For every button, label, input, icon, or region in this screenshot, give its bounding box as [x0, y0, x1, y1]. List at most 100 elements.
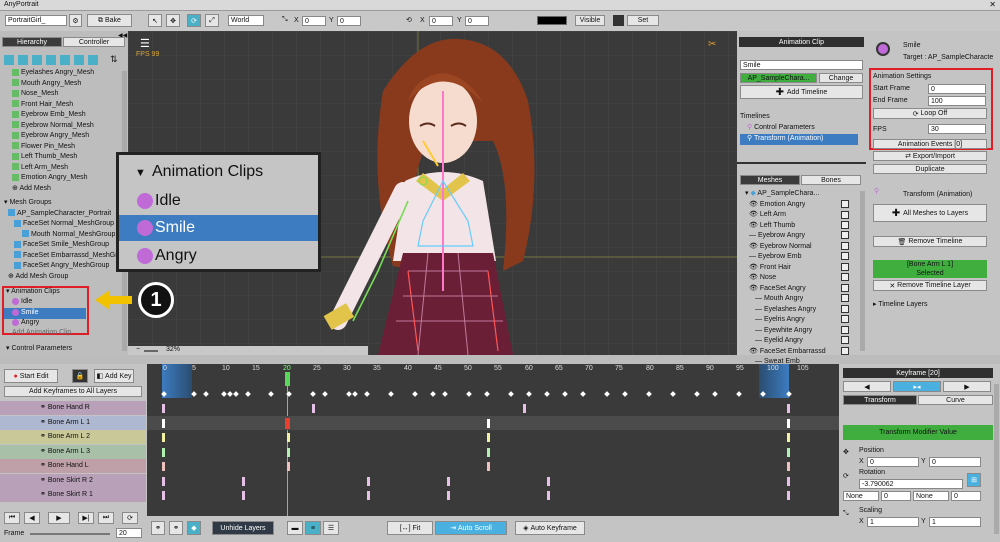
keyframe[interactable]: [364, 391, 370, 397]
play-clip-icon[interactable]: [876, 42, 890, 56]
table-row[interactable]: ⚭ Bone Arm L 2: [0, 430, 146, 445]
add-mesh-item[interactable]: ⊕ Add Mesh: [12, 184, 51, 195]
list-item[interactable]: 👁 Emotion Angry: [739, 200, 805, 211]
checkbox[interactable]: [841, 221, 849, 229]
keyframe-bar[interactable]: [487, 462, 490, 471]
checkbox[interactable]: [841, 200, 849, 208]
keyframe[interactable]: [484, 391, 490, 397]
table-row[interactable]: ⚭ Bone Hand R: [0, 401, 146, 416]
lock-button[interactable]: 🔒: [72, 369, 88, 383]
next-keyframe-button[interactable]: ▶: [943, 381, 991, 392]
eye-icon[interactable]: 👁: [749, 211, 760, 218]
eye-icon[interactable]: —: [755, 295, 764, 302]
list-item[interactable]: Left Arm_Mesh: [12, 163, 68, 174]
checkbox[interactable]: [841, 305, 849, 313]
list-item[interactable]: FaceSet Smile_MeshGroup: [14, 240, 109, 251]
list-item[interactable]: Mouth Angry_Mesh: [12, 79, 81, 90]
filter-group-icon[interactable]: [32, 55, 42, 65]
keyframe[interactable]: [526, 391, 532, 397]
checkbox[interactable]: [841, 242, 849, 250]
list-item[interactable]: — Eyebrow Emb: [739, 252, 802, 263]
eye-icon[interactable]: —: [755, 327, 764, 334]
loop-button[interactable]: ⟳ Loop Off: [873, 108, 987, 119]
rotation-value-b[interactable]: 0: [951, 491, 981, 501]
list-item[interactable]: 👁 Left Arm: [739, 210, 786, 221]
keyframe-bar[interactable]: [242, 491, 245, 500]
row-size-medium-icon[interactable]: ≡: [305, 521, 321, 535]
rotation-none-select-2[interactable]: None: [913, 491, 949, 501]
row-size-small-icon[interactable]: ▬: [287, 521, 303, 535]
add-timeline-button[interactable]: ✚ Add Timeline: [740, 85, 863, 99]
rotation-value-a[interactable]: 0: [881, 491, 911, 501]
keyframe[interactable]: [310, 391, 316, 397]
list-item[interactable]: — Eyelris Angry: [739, 315, 805, 326]
keyframe-bar[interactable]: [523, 404, 526, 413]
filter-bone-icon[interactable]: [46, 55, 56, 65]
table-row[interactable]: ⚭ Bone Skirt R 1: [0, 488, 146, 503]
list-item[interactable]: — Eyewhite Angry: [739, 326, 812, 337]
list-item[interactable]: Emotion Angry_Mesh: [12, 173, 88, 184]
eye-icon[interactable]: —: [749, 232, 758, 239]
keyframe[interactable]: [694, 391, 700, 397]
auto-scroll-button[interactable]: ⇥ Auto Scroll: [435, 521, 507, 535]
menu-icon[interactable]: ☰: [140, 37, 150, 50]
start-edit-button[interactable]: ● Start Edit: [4, 369, 58, 383]
checkbox[interactable]: [841, 315, 849, 323]
keyframe-bar[interactable]: [547, 477, 550, 486]
next-frame-icon[interactable]: ▶|: [78, 512, 94, 524]
keyframe-bar[interactable]: [162, 404, 165, 413]
list-item[interactable]: Left Thumb_Mesh: [12, 152, 77, 163]
checkbox[interactable]: [841, 263, 849, 271]
keyframe[interactable]: [466, 391, 472, 397]
set-button[interactable]: Set: [627, 15, 659, 26]
animation-events-button[interactable]: Animation Events [0]: [873, 139, 987, 149]
keyframe[interactable]: [191, 391, 197, 397]
animation-clips-header[interactable]: ▾ Animation Clips: [6, 287, 60, 298]
portrait-select[interactable]: PortraitGirl_: [5, 15, 67, 26]
end-frame-field[interactable]: 100: [928, 96, 986, 106]
checkbox[interactable]: [841, 347, 849, 355]
keyframe-bar[interactable]: [787, 433, 790, 442]
keyframe[interactable]: [760, 391, 766, 397]
list-item[interactable]: — Eyelashes Angry: [739, 305, 816, 316]
list-item[interactable]: FaceSet Normal_MeshGroup: [14, 219, 114, 230]
sort-icon[interactable]: ⇅: [110, 54, 118, 65]
keyframe-bar[interactable]: [162, 462, 165, 471]
keyframe-bar[interactable]: [787, 448, 790, 457]
eye-icon[interactable]: 👁: [749, 243, 760, 250]
timeline-transform[interactable]: ⚲ Transform (Animation): [740, 134, 858, 145]
keyframe[interactable]: [622, 391, 628, 397]
list-item[interactable]: — Eyelid Angry: [739, 336, 803, 347]
filter-image-icon[interactable]: [4, 55, 14, 65]
keyframe[interactable]: [245, 391, 251, 397]
keyframe[interactable]: [352, 391, 358, 397]
list-item[interactable]: FaceSet Embarrassd_MeshGroup: [14, 251, 129, 262]
change-button[interactable]: Change: [819, 73, 863, 83]
keyframe[interactable]: [322, 391, 328, 397]
move-tool-button[interactable]: ✥: [166, 14, 180, 27]
scrollbar[interactable]: [994, 384, 999, 534]
eye-icon[interactable]: 👁: [749, 274, 760, 281]
eye-icon[interactable]: 👁: [749, 201, 760, 208]
loop-icon[interactable]: ⟳: [122, 512, 138, 524]
checkbox[interactable]: [841, 211, 849, 219]
keyframe[interactable]: [388, 391, 394, 397]
keyframe-bar[interactable]: [242, 477, 245, 486]
add-mesh-group-item[interactable]: ⊕ Add Mesh Group: [8, 272, 68, 283]
layer-view-icon-2[interactable]: ⚭: [169, 521, 183, 535]
list-item[interactable]: Flower Pin_Mesh: [12, 142, 75, 153]
play-icon[interactable]: ▶: [48, 512, 70, 524]
eye-icon[interactable]: 👁: [749, 348, 760, 355]
settings-gear-button[interactable]: ⚙: [69, 14, 82, 27]
keyframe-bar[interactable]: [162, 477, 165, 486]
keyframe[interactable]: [268, 391, 274, 397]
checkbox[interactable]: [841, 252, 849, 260]
list-item[interactable]: 👁 FaceSet Embarrassd: [739, 347, 826, 358]
list-item[interactable]: ▾ ◆ AP_SampleChara...: [745, 189, 819, 200]
list-item[interactable]: Eyebrow Normal_Mesh: [12, 121, 94, 132]
keyframe-bar[interactable]: [367, 491, 370, 500]
eye-icon[interactable]: 👁: [749, 222, 760, 229]
keyframe[interactable]: [508, 391, 514, 397]
filter-param-icon[interactable]: [74, 55, 84, 65]
keyframe[interactable]: [604, 391, 610, 397]
